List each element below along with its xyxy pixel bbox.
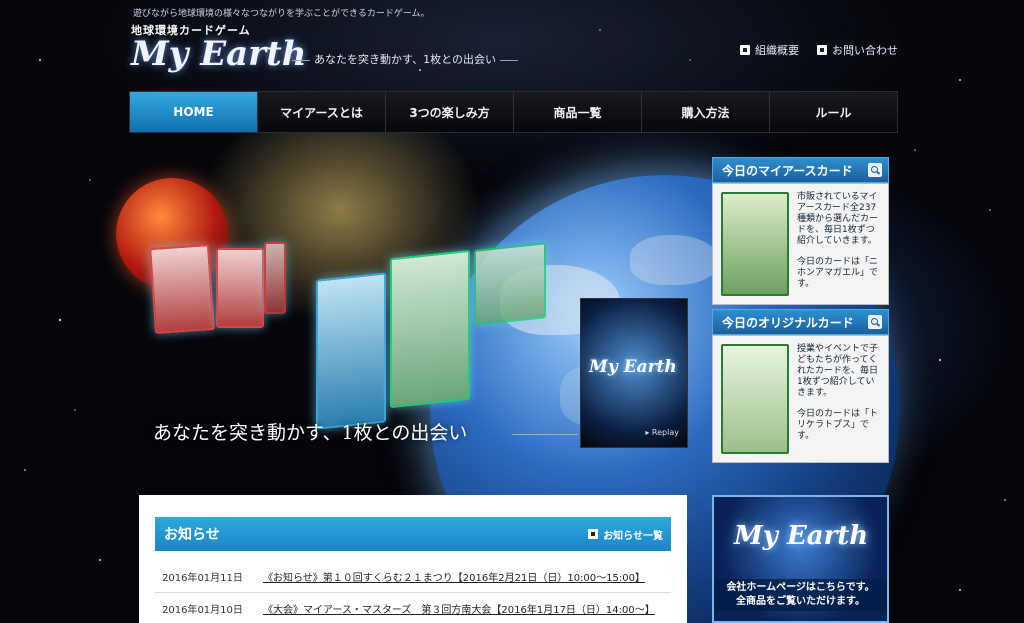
banner-text: 会社ホームページはこちらです。 全商品をご覧いただけます。 [714, 579, 887, 611]
nav-products[interactable]: 商品一覧 [514, 92, 642, 132]
card-of-day-header[interactable]: 今日のマイアースカード [712, 157, 889, 183]
news-link[interactable]: 《大会》マイアース・マスターズ 第３回方南大会【2016年1月17日（日）14:… [263, 601, 655, 616]
util-link-company[interactable]: 組織概要 [740, 42, 799, 58]
nav-purchase[interactable]: 購入方法 [642, 92, 770, 132]
original-card-panel: 今日のオリジナルカード 授業やイベントで子どもたちが作ってくれたカードを、毎日1… [712, 309, 889, 463]
hero-catchphrase: あなたを突き動かす、1枚との出会い [153, 422, 468, 444]
game-card-image [264, 242, 286, 314]
game-card-image [149, 244, 215, 334]
replay-button[interactable]: ▸ Replay [645, 428, 679, 437]
header-catch-text: あなたを突き動かす、1枚との出会い [314, 53, 497, 66]
news-list: 2016年01月11日 《お知らせ》第１０回すくらむ２１まつり【2016年2月2… [155, 561, 671, 623]
news-section: お知らせ お知らせ一覧 2016年01月11日 《お知らせ》第１０回すくらむ２１… [139, 495, 687, 623]
square-bullet-icon [588, 529, 599, 539]
original-card-text: 授業やイベントで子どもたちが作ってくれたカードを、毎日1枚ずつ紹介していきます。 [797, 344, 879, 398]
banner-logo: My Earth [734, 521, 869, 551]
news-more-label: お知らせ一覧 [603, 530, 663, 542]
global-nav: HOME マイアースとは 3つの楽しみ方 商品一覧 購入方法 ルール [129, 91, 898, 133]
nav-three-ways[interactable]: 3つの楽しみ方 [386, 92, 514, 132]
original-card-image[interactable] [721, 344, 789, 454]
news-item: 2016年01月11日 《お知らせ》第１０回すくらむ２１まつり【2016年2月2… [155, 561, 671, 593]
game-card-image [316, 272, 386, 430]
zoom-icon[interactable] [868, 315, 882, 329]
top-tagline: 遊びながら地球環境の様々なつながりを学ぶことができるカードゲーム。 [133, 9, 430, 19]
news-date: 2016年01月10日 [162, 605, 243, 616]
news-link[interactable]: 《お知らせ》第１０回すくらむ２１まつり【2016年2月21日（日）10:00～1… [263, 569, 645, 584]
nav-rules[interactable]: ルール [770, 92, 897, 132]
util-link-label: 組織概要 [755, 44, 799, 57]
site-logo[interactable]: 地球環境カードゲーム My Earth [131, 22, 307, 72]
header-catchphrase: あなたを突き動かす、1枚との出会い [288, 51, 522, 67]
util-link-label: お問い合わせ [832, 44, 898, 57]
zoom-icon[interactable] [868, 163, 882, 177]
card-of-day-image[interactable] [721, 192, 789, 296]
utility-links: 組織概要 お問い合わせ [740, 42, 898, 58]
card-of-day-name: 今日のカードは「ニホンアマガエル」です。 [797, 257, 879, 289]
news-header: お知らせ お知らせ一覧 [155, 517, 671, 551]
logo-title: My Earth [131, 34, 307, 74]
intro-video-thumbnail[interactable]: My Earth ▸ Replay [580, 298, 688, 448]
original-card-header[interactable]: 今日のオリジナルカード [712, 309, 889, 335]
game-card-image [216, 248, 264, 328]
news-title: お知らせ [164, 527, 220, 543]
news-date: 2016年01月11日 [162, 573, 243, 584]
news-item: 2016年01月10日 《大会》マイアース・マスターズ 第３回方南大会【2016… [155, 593, 671, 623]
card-of-day-title: 今日のマイアースカード [722, 163, 853, 178]
banner-line-2: 全商品をご覧いただけます。 [736, 596, 865, 607]
news-more-link[interactable]: お知らせ一覧 [588, 527, 663, 542]
card-of-day-panel: 今日のマイアースカード 市販されているマイアースカード全237種類から選んだカー… [712, 157, 889, 305]
nav-about[interactable]: マイアースとは [258, 92, 386, 132]
game-card-image [390, 249, 470, 409]
card-of-day-text: 市販されているマイアースカード全237種類から選んだカードを、毎日1枚ずつ紹介し… [797, 192, 879, 246]
game-card-image [474, 242, 546, 326]
hero-divider [512, 434, 578, 435]
nav-home[interactable]: HOME [130, 92, 258, 132]
square-bullet-icon [817, 45, 827, 55]
util-link-contact[interactable]: お問い合わせ [817, 42, 898, 58]
company-banner[interactable]: My Earth 会社ホームページはこちらです。 全商品をご覧いただけます。 [712, 495, 889, 623]
original-card-name: 今日のカードは「トリケラトプス」です。 [797, 409, 879, 441]
square-bullet-icon [740, 45, 750, 55]
banner-line-1: 会社ホームページはこちらです。 [726, 582, 875, 593]
video-logo: My Earth [589, 357, 677, 377]
original-card-title: 今日のオリジナルカード [722, 315, 854, 330]
